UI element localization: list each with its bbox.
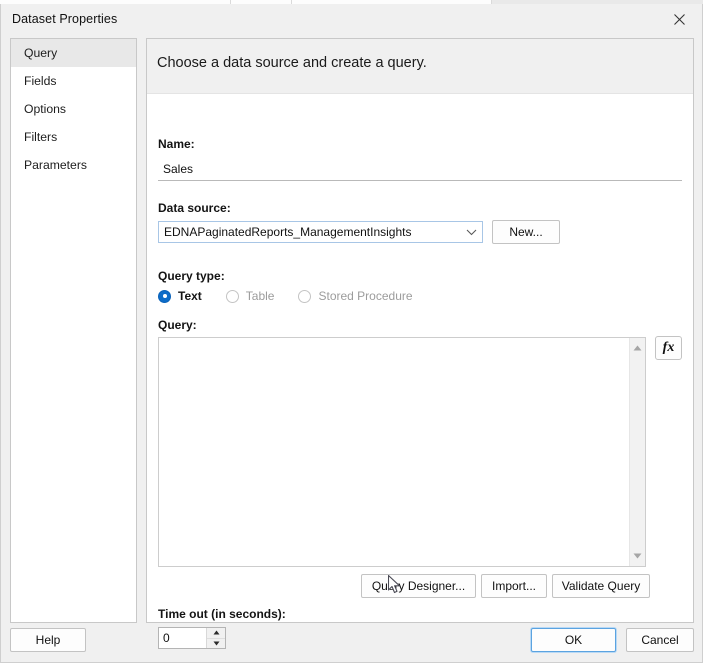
help-button[interactable]: Help [10,628,86,652]
query-designer-button[interactable]: Query Designer... [361,574,476,598]
import-button[interactable]: Import... [481,574,547,598]
validate-query-button[interactable]: Validate Query [552,574,650,598]
expression-button[interactable]: fx [655,336,682,360]
sidebar-item-query[interactable]: Query [11,39,136,67]
radio-mark-icon [158,289,171,303]
data-source-value: EDNAPaginatedReports_ManagementInsights [164,225,412,239]
dialog-footer: Help OK Cancel [1,624,702,662]
category-nav-panel: Query Fields Options Filters Parameters [10,38,137,623]
triangle-down-icon[interactable] [630,548,645,564]
timeout-label: Time out (in seconds): [158,607,286,621]
fx-icon: fx [662,340,675,355]
panel-heading: Choose a data source and create a query. [157,55,427,71]
radio-label: Table [245,289,275,303]
radio-query-type-stored-procedure[interactable]: Stored Procedure [298,289,413,303]
query-editor [158,337,646,567]
new-data-source-button[interactable]: New... [492,220,560,244]
dataset-properties-dialog: Dataset Properties Query Fields Options … [0,4,703,663]
radio-mark-icon [298,289,312,303]
query-type-radio-group: Text Table Stored Procedure [158,289,437,303]
ok-button[interactable]: OK [531,628,616,652]
sidebar-item-options[interactable]: Options [11,95,136,123]
query-input[interactable] [159,338,629,566]
name-input[interactable] [158,157,682,181]
triangle-up-icon[interactable] [630,340,645,356]
data-source-combobox[interactable]: EDNAPaginatedReports_ManagementInsights [158,221,483,243]
query-label: Query: [158,318,197,332]
cancel-button[interactable]: Cancel [626,628,694,652]
radio-query-type-text[interactable]: Text [158,289,202,303]
chevron-down-icon [460,229,482,236]
scrollbar-thumb[interactable] [632,356,643,548]
dialog-title: Dataset Properties [12,12,118,26]
radio-query-type-table[interactable]: Table [225,289,275,303]
radio-mark-icon [225,289,239,303]
sidebar-item-fields[interactable]: Fields [11,67,136,95]
query-type-label: Query type: [158,269,225,283]
sidebar-item-filters[interactable]: Filters [11,123,136,151]
radio-label: Stored Procedure [318,289,413,303]
dialog-titlebar: Dataset Properties [1,4,702,35]
radio-label: Text [178,289,202,303]
data-source-label: Data source: [158,201,231,215]
dialog-body: Query Fields Options Filters Parameters … [1,35,702,649]
query-scrollbar[interactable] [629,338,645,566]
name-label: Name: [158,137,195,151]
panel-header: Choose a data source and create a query. [147,39,693,94]
close-icon[interactable] [657,4,702,34]
sidebar-item-parameters[interactable]: Parameters [11,151,136,179]
query-settings-panel: Choose a data source and create a query.… [146,38,694,649]
